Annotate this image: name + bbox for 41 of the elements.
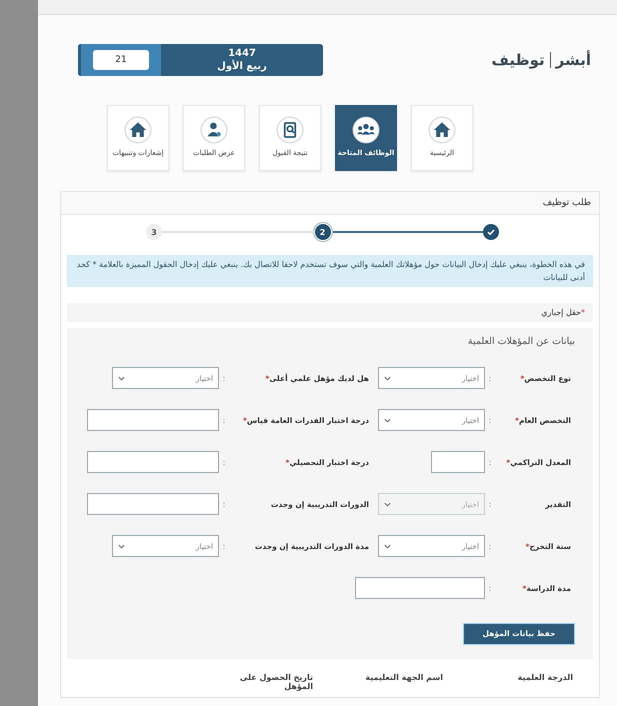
input-field[interactable] — [87, 409, 219, 431]
hijri-year: 1447 — [228, 47, 256, 60]
colon: : — [488, 416, 492, 424]
panel-title: طلب توظيف — [542, 198, 591, 208]
caret-icon — [118, 544, 125, 548]
colon: : — [488, 584, 492, 592]
person-icon — [200, 116, 228, 144]
colon: : — [222, 374, 226, 382]
input-field[interactable] — [87, 493, 219, 515]
colon: : — [222, 542, 226, 550]
group-icon — [352, 116, 380, 144]
house-icon — [428, 116, 456, 144]
caret-icon — [384, 418, 391, 422]
house-icon — [124, 116, 152, 144]
hijri-month: ربيع الأول — [217, 60, 267, 73]
caret-icon — [118, 376, 125, 380]
input-field[interactable] — [87, 451, 219, 473]
logo: أبشر توظيف — [491, 51, 591, 69]
colon: : — [488, 458, 492, 466]
input-field[interactable] — [431, 451, 485, 473]
check-icon — [486, 227, 496, 237]
caret-icon — [384, 544, 391, 548]
column-header: اسم الجهة التعليمية — [364, 672, 443, 684]
column-header: تاريخ الحصول على المؤهل — [238, 672, 313, 690]
colon: : — [488, 542, 492, 550]
document-search-icon — [276, 116, 304, 144]
input-field[interactable] — [355, 577, 485, 599]
colon: : — [222, 458, 226, 466]
colon: : — [488, 500, 492, 508]
colon: : — [222, 500, 226, 508]
step-indicator: 3 — [146, 224, 162, 240]
column-header: الدرجة العلمية — [516, 672, 573, 684]
required-note: * حقل إجباري — [541, 308, 585, 317]
step-indicator: 2 — [314, 224, 330, 240]
caret-icon — [384, 502, 391, 506]
section-title: بيانات عن المؤهلات العلمية — [466, 336, 575, 347]
colon: : — [488, 374, 492, 382]
info-message: في هذه الخطوة، ينبغي عليك إدخال البيانات حول مؤهلاتك العلمية والتي سوف تستخدم لاحقا للاتصال بك. ينبغي عليك إدخال الحقول المميزة بالعلامة * كحد أدنى للبيانات — [67, 255, 593, 287]
colon: : — [222, 416, 226, 424]
caret-icon — [384, 376, 391, 380]
day-box: 21 — [93, 50, 149, 70]
